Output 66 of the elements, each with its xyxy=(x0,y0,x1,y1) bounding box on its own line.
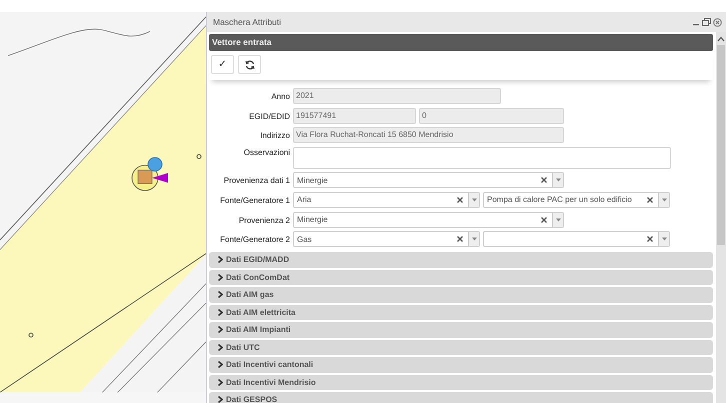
field-label: Anno xyxy=(270,91,290,101)
section-title: Dati AIM elettricita xyxy=(226,308,296,317)
chevron-right-icon xyxy=(217,256,223,264)
field-label: Provenienza dati 1 xyxy=(222,175,290,186)
dropdown[interactable]: Pompa di calore PAC per un solo edificio xyxy=(483,192,670,208)
field-label: Provenienza 2 xyxy=(238,214,290,225)
dropdown[interactable]: Minergie xyxy=(293,212,564,228)
clear-icon[interactable] xyxy=(457,236,463,242)
section-title: Dati UTC xyxy=(226,342,260,352)
input-field[interactable]: Via Flora Ruchat-Roncati 15 6850 Mendrisio xyxy=(293,127,564,144)
chevron-right-icon xyxy=(217,396,223,403)
window-title: Maschera Attributi xyxy=(213,17,282,27)
field-label: Fonte/Generatore 1 xyxy=(219,194,290,205)
scrollbar[interactable] xyxy=(716,32,726,403)
caret-icon[interactable] xyxy=(472,237,476,242)
field-label: Fonte/Generatore 2 xyxy=(219,234,290,244)
caret-icon[interactable] xyxy=(556,218,560,222)
accordion-header[interactable]: Dati GESPOS xyxy=(209,392,713,403)
section-title: Dati AIM gas xyxy=(226,290,274,300)
chevron-right-icon xyxy=(217,291,223,298)
field-label: Indirizzo xyxy=(259,130,290,140)
dropdown[interactable]: Gas xyxy=(293,231,480,248)
accordion-header[interactable]: Dati Incentivi cantonali xyxy=(209,357,713,373)
chevron-right-icon xyxy=(217,344,223,351)
section-title: Dati Incentivi cantonali xyxy=(226,360,314,370)
field-label: EGID/EDID xyxy=(248,110,290,121)
section-title: Dati Incentivi Mendrisio xyxy=(226,378,316,387)
chevron-right-icon xyxy=(217,308,223,316)
section-title: Dati EGID/MADD xyxy=(226,255,290,264)
caret-icon[interactable] xyxy=(556,178,560,182)
input-field[interactable]: 0 xyxy=(419,108,564,124)
clear-icon[interactable] xyxy=(541,177,547,184)
dropdown[interactable]: Minergie xyxy=(293,172,564,188)
scrollbar-thumb[interactable] xyxy=(717,45,725,245)
clear-icon[interactable] xyxy=(457,196,463,203)
accordion-header[interactable]: Dati AIM Impianti xyxy=(209,322,713,338)
chevron-right-icon xyxy=(217,326,223,334)
confirm-button[interactable]: ✓ xyxy=(211,55,234,74)
section-title: Dati GESPOS xyxy=(226,395,278,403)
clear-icon[interactable] xyxy=(647,196,653,203)
restore-icon[interactable] xyxy=(702,18,711,26)
section-title: Dati ConComDat xyxy=(226,272,290,282)
section-title: Dati AIM Impianti xyxy=(226,325,291,334)
caret-icon[interactable] xyxy=(472,198,476,202)
caret-icon[interactable] xyxy=(662,237,666,242)
scroll-up-icon[interactable] xyxy=(717,36,725,42)
panel-header: Vettore entrata xyxy=(209,34,713,51)
input-field[interactable]: 191577491 xyxy=(293,108,416,124)
field-label: Osservazioni xyxy=(242,146,290,157)
close-icon[interactable] xyxy=(713,18,722,26)
accordion-header[interactable]: Dati AIM gas xyxy=(209,287,713,303)
clear-icon[interactable] xyxy=(541,216,547,223)
chevron-right-icon xyxy=(217,274,223,281)
accordion-header[interactable]: Dati UTC xyxy=(209,340,713,356)
chevron-right-icon xyxy=(217,361,223,368)
dropdown[interactable]: Aria xyxy=(293,192,480,208)
clear-icon[interactable] xyxy=(647,236,653,242)
refresh-icon xyxy=(244,60,254,70)
accordion-header[interactable]: Dati ConComDat xyxy=(209,270,713,286)
input-field[interactable]: 2021 xyxy=(293,88,501,104)
refresh-button[interactable] xyxy=(238,55,261,74)
chevron-right-icon xyxy=(217,378,223,386)
caret-icon[interactable] xyxy=(662,198,666,202)
accordion-header[interactable]: Dati AIM elettricita xyxy=(209,304,713,320)
accordion-header[interactable]: Dati EGID/MADD xyxy=(209,252,713,268)
accordion-header[interactable]: Dati Incentivi Mendrisio xyxy=(209,374,713,390)
